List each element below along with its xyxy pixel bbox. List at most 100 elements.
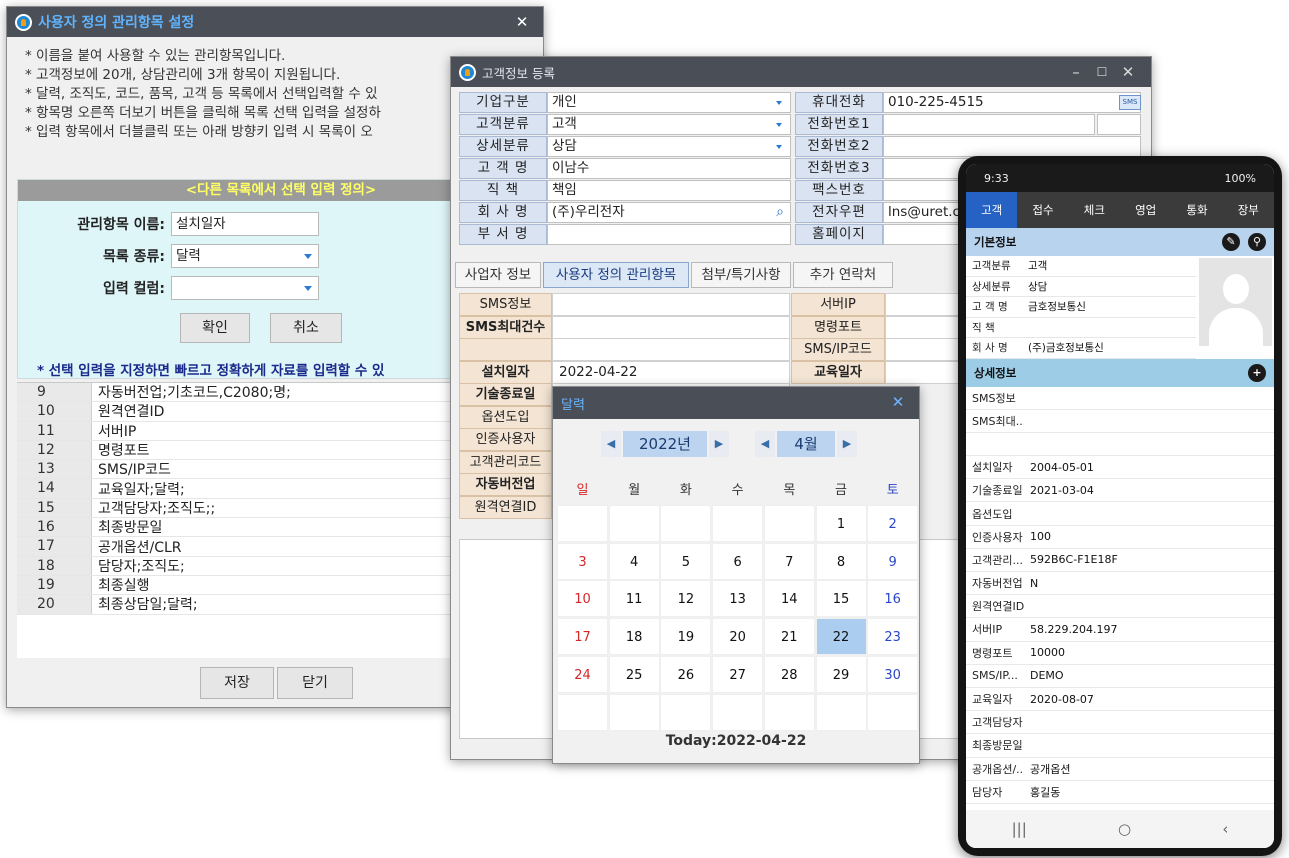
- basic-info-row[interactable]: 고객분류 고객: [966, 256, 1196, 277]
- detail-info-row[interactable]: 고객담당자: [966, 711, 1274, 735]
- field-value[interactable]: 개인: [547, 92, 791, 113]
- field-value[interactable]: 책임: [547, 180, 791, 201]
- calendar-day[interactable]: 21: [763, 618, 815, 656]
- calendar-day[interactable]: [608, 693, 660, 731]
- detail-info-row[interactable]: SMS/IP... DEMO: [966, 665, 1274, 688]
- calendar-titlebar[interactable]: 달력 ✕: [553, 387, 919, 419]
- close-icon[interactable]: ✕: [883, 387, 913, 417]
- tab-item[interactable]: 첨부/특기사항: [691, 262, 791, 288]
- basic-info-row[interactable]: 직 책: [966, 318, 1196, 338]
- detail-info-row[interactable]: 공개옵션/... 공개옵션: [966, 758, 1274, 781]
- calendar-day[interactable]: [763, 693, 815, 731]
- field-name-input[interactable]: 설치일자: [171, 212, 319, 236]
- basic-info-row[interactable]: 회 사 명 (주)금호정보통신: [966, 338, 1196, 359]
- calendar-day[interactable]: [557, 505, 608, 542]
- w1-titlebar[interactable]: 사용자 정의 관리항목 설정 ✕: [7, 7, 543, 37]
- calendar-day[interactable]: 9: [867, 542, 919, 580]
- input-column-select[interactable]: [171, 276, 319, 300]
- calendar-day[interactable]: 19: [660, 618, 712, 656]
- calendar-day[interactable]: 5: [660, 542, 712, 580]
- calendar-day[interactable]: 25: [608, 655, 660, 693]
- save-button[interactable]: 저장: [200, 667, 274, 699]
- edit-icon[interactable]: ✎: [1221, 233, 1240, 251]
- custom-field-value[interactable]: 2022-04-22: [552, 360, 790, 384]
- calendar-day[interactable]: [712, 693, 764, 731]
- field-value[interactable]: 고객: [547, 114, 791, 135]
- field-value[interactable]: 이남수: [547, 158, 791, 179]
- add-icon[interactable]: +: [1248, 363, 1266, 382]
- basic-info-row[interactable]: 상세분류 상담: [966, 277, 1196, 297]
- calendar-day[interactable]: 14: [763, 580, 815, 618]
- calendar-day[interactable]: [660, 693, 712, 731]
- calendar-day[interactable]: [815, 693, 867, 731]
- calendar-day[interactable]: 2: [867, 505, 919, 542]
- ok-button[interactable]: 확인: [180, 313, 250, 343]
- calendar-day[interactable]: 13: [712, 580, 764, 618]
- calendar-day[interactable]: [660, 505, 712, 542]
- w2-titlebar[interactable]: 고객정보 등록 – ☐ ✕: [451, 57, 1151, 87]
- tab-item[interactable]: 추가 연락처: [793, 262, 893, 288]
- detail-info-row[interactable]: 담당자 홍길동: [966, 781, 1274, 804]
- detail-info-row[interactable]: 인증사용자 100: [966, 526, 1274, 549]
- calendar-day[interactable]: [557, 693, 608, 731]
- detail-info-row[interactable]: 설치일자 2004-05-01: [966, 456, 1274, 480]
- calendar-day[interactable]: 24: [557, 655, 608, 693]
- tab-item[interactable]: 사업자 정보: [455, 262, 541, 288]
- calendar-day[interactable]: [763, 505, 815, 542]
- calendar-day[interactable]: 28: [763, 655, 815, 693]
- detail-info-row[interactable]: SMS정보: [966, 387, 1274, 410]
- prev-month-icon[interactable]: ◀: [755, 431, 775, 457]
- list-type-select[interactable]: 달력: [171, 244, 319, 268]
- phone-tab[interactable]: 체크: [1069, 192, 1120, 228]
- calendar-day[interactable]: 6: [712, 542, 764, 580]
- calendar-day[interactable]: 17: [557, 618, 608, 656]
- recent-apps-icon[interactable]: |||: [1012, 820, 1027, 838]
- calendar-day[interactable]: 22: [815, 618, 867, 656]
- field-value[interactable]: [883, 136, 1141, 157]
- detail-info-row[interactable]: 명령포트 10000: [966, 642, 1274, 665]
- detail-info-row[interactable]: 최종방문일: [966, 734, 1274, 758]
- detail-info-row[interactable]: 자동버전업 N: [966, 572, 1274, 596]
- next-year-icon[interactable]: ▶: [709, 431, 729, 457]
- detail-info-row[interactable]: 서버IP 58.229.204.197: [966, 618, 1274, 642]
- close-icon[interactable]: ✕: [507, 7, 537, 37]
- field-value[interactable]: [547, 224, 791, 245]
- calendar-day[interactable]: 16: [867, 580, 919, 618]
- calendar-day[interactable]: 30: [867, 655, 919, 693]
- phone-tab[interactable]: 접수: [1017, 192, 1068, 228]
- detail-info-row[interactable]: 옵션도입: [966, 502, 1274, 526]
- field-value[interactable]: [883, 114, 1095, 135]
- phone-tab[interactable]: 고객: [966, 192, 1018, 228]
- calendar-day[interactable]: 23: [867, 618, 919, 656]
- detail-info-row[interactable]: 고객관리... 592B6C-F1E18F: [966, 549, 1274, 572]
- tab-item[interactable]: 사용자 정의 관리항목: [543, 262, 689, 288]
- next-month-icon[interactable]: ▶: [837, 431, 857, 457]
- close-button[interactable]: 닫기: [277, 667, 353, 699]
- back-icon[interactable]: ‹: [1222, 820, 1228, 838]
- calendar-day[interactable]: [608, 505, 660, 542]
- calendar-day[interactable]: 11: [608, 580, 660, 618]
- basic-info-row[interactable]: 고 객 명 금호정보통신: [966, 297, 1196, 318]
- calendar-day[interactable]: 29: [815, 655, 867, 693]
- field-value[interactable]: 010-225-4515: [883, 92, 1141, 113]
- calendar-day[interactable]: 27: [712, 655, 764, 693]
- sms-icon[interactable]: SMS: [1119, 95, 1141, 110]
- calendar-day[interactable]: 12: [660, 580, 712, 618]
- calendar-day[interactable]: 18: [608, 618, 660, 656]
- phone-tab[interactable]: 통화: [1171, 192, 1222, 228]
- cancel-button[interactable]: 취소: [270, 313, 342, 343]
- calendar-day[interactable]: [712, 505, 764, 542]
- calendar-day[interactable]: 8: [815, 542, 867, 580]
- detail-info-row[interactable]: 원격연결ID: [966, 595, 1274, 619]
- field-value[interactable]: (주)우리전자 ⌕: [547, 202, 791, 223]
- calendar-day[interactable]: 10: [557, 580, 608, 618]
- detail-info-row[interactable]: SMS최대...: [966, 410, 1274, 433]
- field-value-extra[interactable]: [1097, 114, 1141, 135]
- search-icon[interactable]: ⌕: [776, 203, 784, 222]
- calendar-day[interactable]: 3: [557, 542, 608, 580]
- custom-field-value[interactable]: [552, 293, 790, 316]
- calendar-day[interactable]: [867, 693, 919, 731]
- detail-info-row[interactable]: 교육일자 2020-08-07: [966, 688, 1274, 712]
- attach-icon[interactable]: ⚲: [1248, 233, 1266, 251]
- calendar-day[interactable]: 4: [608, 542, 660, 580]
